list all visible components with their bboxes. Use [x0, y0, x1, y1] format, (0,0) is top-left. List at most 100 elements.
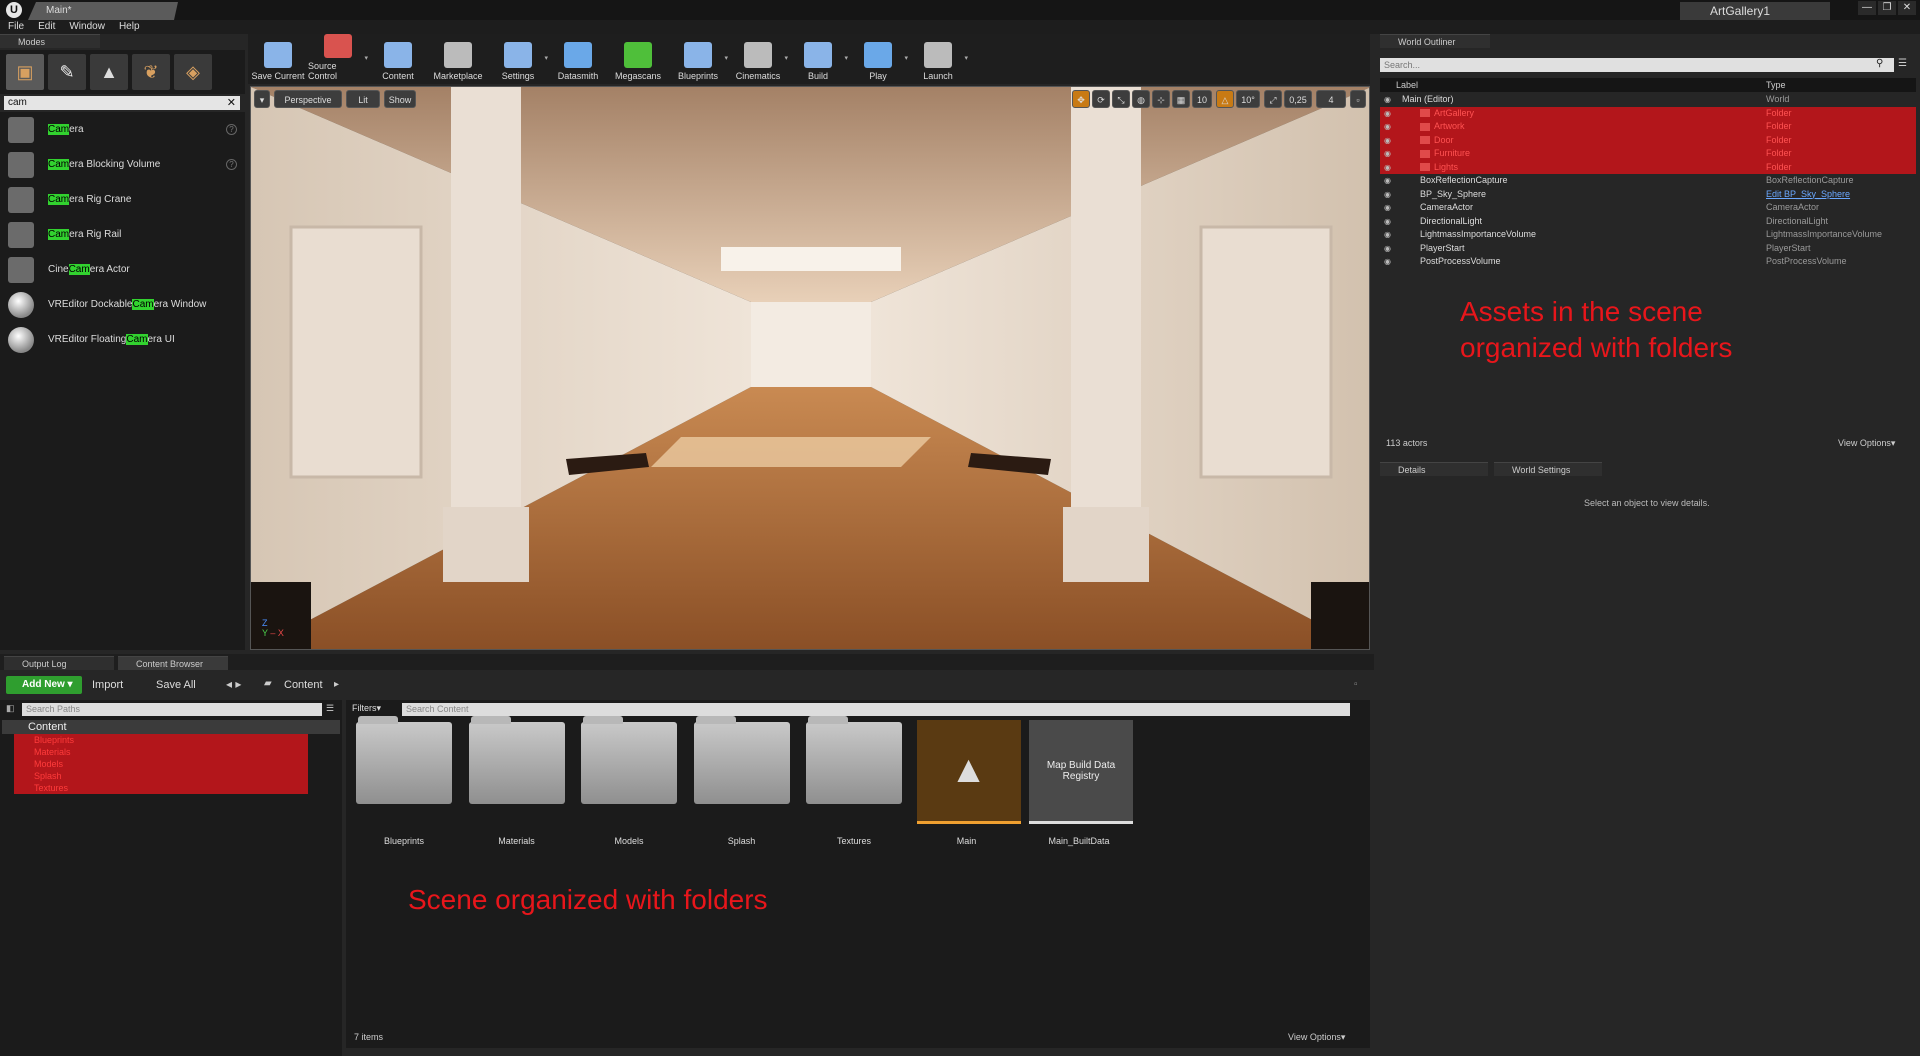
lit-button[interactable]: Lit	[346, 90, 380, 108]
chevron-down-icon[interactable]: ▾	[964, 54, 968, 62]
scale-snap-icon[interactable]: ⤢	[1264, 90, 1282, 108]
landscape-mode-icon[interactable]: ▲	[90, 54, 128, 90]
tab-details[interactable]: Details	[1380, 462, 1488, 476]
toolbar-button-play[interactable]: Play ▾	[848, 34, 908, 84]
tree-folder-item[interactable]: Splash	[14, 770, 308, 782]
visibility-eye-icon[interactable]: ◉	[1384, 147, 1391, 161]
asset-tile-main[interactable]: ▲ Main	[916, 720, 1021, 846]
toolbar-button-settings[interactable]: Settings ▾	[488, 34, 548, 84]
outliner-row-type[interactable]: Edit BP_Sky_Sphere	[1766, 188, 1850, 202]
list-item[interactable]: Cam era Rig Crane	[0, 182, 245, 217]
tree-folder-item[interactable]: Blueprints	[14, 734, 308, 746]
world-local-icon[interactable]: ◍	[1132, 90, 1150, 108]
asset-tile-blueprints[interactable]: Blueprints	[354, 716, 454, 846]
list-item[interactable]: Cam era Rig Rail	[0, 217, 245, 252]
scale-snap-value[interactable]: 0,25	[1284, 90, 1312, 108]
rotate-icon[interactable]: ⟳	[1092, 90, 1110, 108]
modes-search-input[interactable]: cam ✕	[4, 96, 240, 110]
back-forward-icon[interactable]: ◂ ▸	[226, 677, 241, 691]
surface-snap-icon[interactable]: ⊹	[1152, 90, 1170, 108]
breadcrumb-content[interactable]: Content	[284, 679, 323, 691]
outliner-actor-row[interactable]: ◉ BP_Sky_Sphere Edit BP_Sky_Sphere	[1380, 188, 1916, 202]
help-icon[interactable]: ?	[226, 124, 237, 135]
visibility-eye-icon[interactable]: ◉	[1384, 93, 1391, 107]
chevron-right-icon[interactable]: ▸	[334, 679, 339, 690]
perspective-button[interactable]: Perspective	[274, 90, 342, 108]
tab-world-outliner[interactable]: World Outliner	[1380, 34, 1490, 48]
tree-folder-item[interactable]: Materials	[14, 746, 308, 758]
visibility-eye-icon[interactable]: ◉	[1384, 161, 1391, 175]
save-all-button[interactable]: Save All	[156, 679, 196, 691]
search-paths-input[interactable]: Search Paths	[22, 703, 322, 716]
outliner-actor-row[interactable]: ◉ DirectionalLight DirectionalLight	[1380, 215, 1916, 229]
content-view-options[interactable]: View Options▾	[1288, 1032, 1345, 1043]
view-menu-icon[interactable]: ☰	[1898, 58, 1907, 69]
rotation-snap-value[interactable]: 10°	[1236, 90, 1260, 108]
visibility-eye-icon[interactable]: ◉	[1384, 201, 1391, 215]
asset-tile-textures[interactable]: Textures	[804, 716, 904, 846]
maximize-viewport-icon[interactable]: ▫	[1350, 90, 1366, 108]
visibility-eye-icon[interactable]: ◉	[1384, 107, 1391, 121]
toolbar-button-build[interactable]: Build ▾	[788, 34, 848, 84]
geometry-mode-icon[interactable]: ◈	[174, 54, 212, 90]
minimize-button[interactable]: —	[1858, 1, 1876, 15]
clear-search-icon[interactable]: ✕	[227, 96, 236, 110]
search-content-input[interactable]: Search Content	[402, 703, 1350, 716]
asset-tile-materials[interactable]: Materials	[467, 716, 567, 846]
tab-output-log[interactable]: Output Log	[4, 656, 114, 670]
view-menu-icon[interactable]: ☰	[326, 703, 334, 714]
visibility-eye-icon[interactable]: ◉	[1384, 188, 1391, 202]
menu-help[interactable]: Help	[119, 20, 140, 34]
asset-tile-splash[interactable]: Splash	[692, 716, 792, 846]
import-button[interactable]: Import	[92, 679, 123, 691]
document-tab-main[interactable]: Main*	[28, 2, 178, 20]
visibility-eye-icon[interactable]: ◉	[1384, 174, 1391, 188]
outliner-actor-row[interactable]: ◉ BoxReflectionCapture BoxReflectionCaptur…	[1380, 174, 1916, 188]
add-new-button[interactable]: Add New ▾	[6, 676, 82, 694]
menu-edit[interactable]: Edit	[38, 20, 55, 34]
visibility-eye-icon[interactable]: ◉	[1384, 120, 1391, 134]
toolbar-button-content[interactable]: Content	[368, 34, 428, 84]
tab-world-settings[interactable]: World Settings	[1494, 462, 1602, 476]
outliner-folder-row[interactable]: ◉ ArtGallery Folder	[1380, 106, 1916, 121]
outliner-actor-row[interactable]: ◉ CameraActor CameraActor	[1380, 201, 1916, 215]
close-window-button[interactable]: ✕	[1898, 1, 1916, 15]
sources-toggle-icon[interactable]: ◧	[6, 703, 15, 714]
menu-window[interactable]: Window	[69, 20, 105, 34]
tree-folder-item[interactable]: Textures	[14, 782, 308, 794]
outliner-actor-row[interactable]: ◉ PostProcessVolume PostProcessVolume	[1380, 255, 1916, 269]
col-label[interactable]: Label	[1396, 78, 1418, 92]
translate-icon[interactable]: ✥	[1072, 90, 1090, 108]
outliner-actor-row[interactable]: ◉ PlayerStart PlayerStart	[1380, 242, 1916, 256]
visibility-eye-icon[interactable]: ◉	[1384, 242, 1391, 256]
outliner-folder-row[interactable]: ◉ Door Folder	[1380, 133, 1916, 148]
outliner-folder-row[interactable]: ◉ Artwork Folder	[1380, 120, 1916, 134]
list-item[interactable]: Cam era?	[0, 112, 245, 147]
visibility-eye-icon[interactable]: ◉	[1384, 228, 1391, 242]
menu-file[interactable]: File	[8, 20, 24, 34]
asset-tile-models[interactable]: Models	[579, 716, 679, 846]
toolbar-button-cinematics[interactable]: Cinematics ▾	[728, 34, 788, 84]
list-item[interactable]: VREditor Floating Cam era UI	[0, 322, 245, 357]
viewport-options-button[interactable]: ▾	[254, 90, 270, 108]
outliner-folder-row[interactable]: ◉ Furniture Folder	[1380, 147, 1916, 161]
outliner-search-input[interactable]: Search...	[1380, 58, 1894, 72]
visibility-eye-icon[interactable]: ◉	[1384, 215, 1391, 229]
outliner-actor-row[interactable]: ◉ LightmassImportanceVolume LightmassImpor…	[1380, 228, 1916, 242]
tab-modes[interactable]: Modes	[0, 34, 100, 48]
list-item[interactable]: Cam era Blocking Volume?	[0, 147, 245, 182]
visibility-eye-icon[interactable]: ◉	[1384, 134, 1391, 148]
tree-folder-item[interactable]: Models	[14, 758, 308, 770]
scale-icon[interactable]: ⤡	[1112, 90, 1130, 108]
toolbar-button-marketplace[interactable]: Marketplace	[428, 34, 488, 84]
toolbar-button-launch[interactable]: Launch ▾	[908, 34, 968, 84]
help-icon[interactable]: ?	[226, 159, 237, 170]
paint-mode-icon[interactable]: ✎	[48, 54, 86, 90]
toolbar-button-blueprints[interactable]: Blueprints ▾	[668, 34, 728, 84]
camera-speed-value[interactable]: 4	[1316, 90, 1346, 108]
lock-icon[interactable]: ▫	[1354, 679, 1358, 690]
tab-content-browser[interactable]: Content Browser	[118, 656, 228, 670]
list-item[interactable]: Cine Cam era Actor	[0, 252, 245, 287]
toolbar-button-source-control[interactable]: Source Control ▾	[308, 34, 368, 84]
asset-tile-main_builtdata[interactable]: Map Build Data Registry Main_BuiltData	[1029, 720, 1133, 846]
